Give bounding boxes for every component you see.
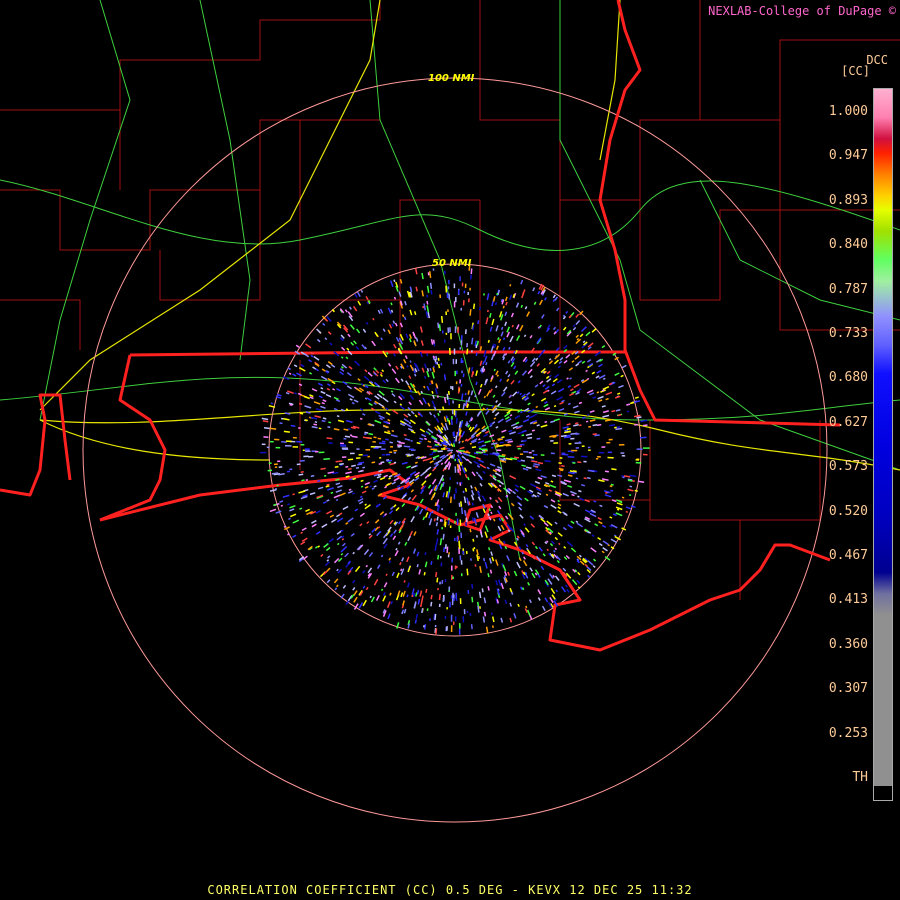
scale-tick-label: 0.840 [828,237,868,253]
scale-tick-label: 0.947 [828,148,868,164]
scale-tick-label: 0.627 [828,414,868,430]
scale-tick-label: 0.787 [828,281,868,297]
range-label-100: 100 NMI [428,73,475,84]
scale-tick-label: TH [852,770,868,785]
scale-tick-label: 0.253 [828,725,868,741]
radar-map [0,0,900,823]
scale-tick-label: 0.680 [828,370,868,386]
scale-tick-label: 0.467 [828,548,868,563]
highways [39,0,900,471]
state-borders [0,0,841,652]
scale-tick-label: 0.360 [828,636,868,652]
scale-tick-label: 0.520 [828,503,868,519]
color-scale-bar [873,88,893,801]
scale-tick-label: 0.307 [828,681,868,697]
range-label-50: 50 NMI [432,258,472,269]
scale-tick-label: 0.413 [828,592,868,608]
credit-text: NEXLAB-College of DuPage © [708,4,896,18]
scale-tick-label: 1.000 [828,104,868,119]
scale-tick-label: 0.893 [828,192,868,208]
roads [0,0,900,561]
product-caption: CORRELATION COEFFICIENT (CC) 0.5 DEG - K… [207,883,693,897]
scale-tick-label: 0.733 [828,326,868,341]
scale-tick-label: 0.573 [828,459,868,475]
units-label: [CC] [841,64,870,78]
